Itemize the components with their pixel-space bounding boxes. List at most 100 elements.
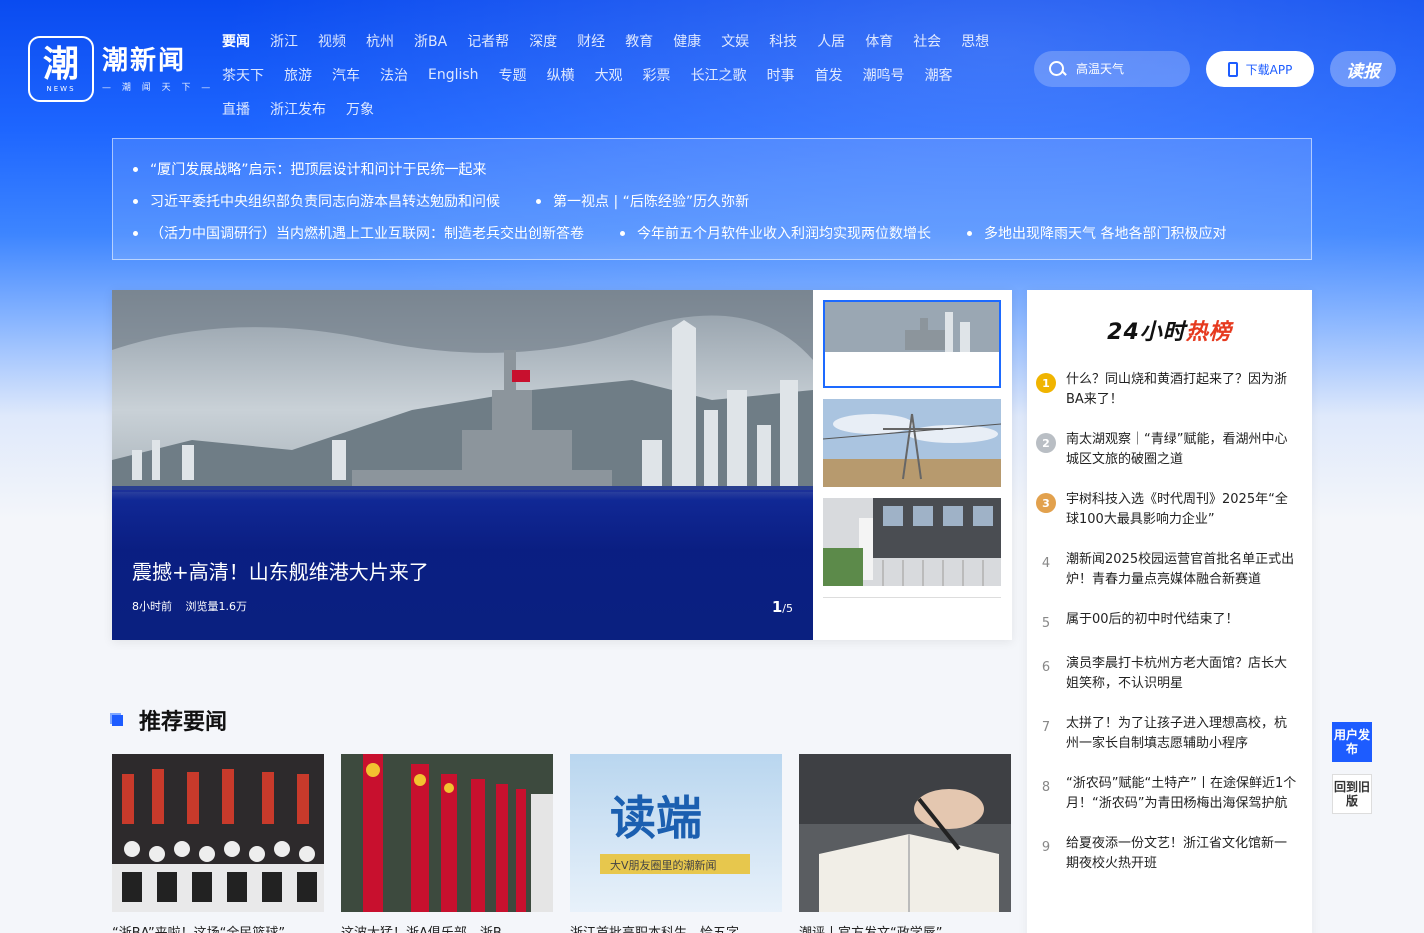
hot-item-title[interactable]: 宇树科技入选《时代周刊》2025年“全球100大最具影响力企业” [1066, 490, 1298, 530]
nav-item[interactable]: 深度 [529, 31, 557, 51]
nav-item[interactable]: 万象 [346, 99, 374, 119]
news-card-title[interactable]: 这波太猛！浙A俱乐部，浙B [341, 922, 553, 933]
user-publish-button[interactable]: 用户发布 [1332, 722, 1372, 762]
featured-image[interactable]: 震撼+高清！山东舰维港大片来了 8小时前 浏览量1.6万 1/5 [112, 290, 813, 640]
nav-row-1: 要闻 浙江 视频 杭州 浙BA 记者帮 深度 财经 教育 健康 文娱 科技 人居 体育 社会 思想 [222, 24, 1012, 58]
news-card-image[interactable] [112, 754, 324, 912]
nav-item[interactable]: English [428, 67, 479, 83]
download-app-button[interactable]: 下载APP [1206, 51, 1314, 87]
hot-item-title[interactable]: 南太湖观察｜“青绿”赋能，看湖州中心城区文旅的破圈之道 [1066, 430, 1298, 470]
hot-list-item[interactable]: 8 “浙农码”赋能“土特产”丨在途保鲜近1个月！“浙农码”为青田杨梅出海保驾护航 [1035, 774, 1305, 814]
section-title: 推荐要闻 [139, 710, 228, 735]
news-card-image[interactable]: 读端 大V朋友圈里的潮新闻 [570, 754, 782, 912]
hot-list-item[interactable]: 5 属于00后的初中时代结束了！ [1035, 610, 1305, 634]
nav-item[interactable]: 体育 [865, 31, 893, 51]
nav-item[interactable]: 首发 [815, 65, 843, 85]
hot-item-title[interactable]: 潮新闻2025校园运营官首批名单正式出炉！青春力量点亮媒体融合新赛道 [1066, 550, 1298, 590]
hot-rank: 1 [1035, 372, 1057, 394]
carousel-thumb-1[interactable] [823, 300, 1001, 388]
hot-rank: 6 [1041, 659, 1051, 675]
nav-item[interactable]: 彩票 [643, 65, 671, 85]
hot-list-item[interactable]: 4 潮新闻2025校园运营官首批名单正式出炉！青春力量点亮媒体融合新赛道 [1035, 550, 1305, 590]
nav-item[interactable]: 汽车 [332, 65, 360, 85]
nav-item[interactable]: 社会 [913, 31, 941, 51]
nav-item[interactable]: 长江之歌 [691, 65, 747, 85]
featured-meta: 8小时前 浏览量1.6万 [132, 598, 257, 614]
hot-list-item[interactable]: 6 演员李晨打卡杭州方老大面馆？店长大姐笑称，不认识明星 [1035, 654, 1305, 694]
nav-item[interactable]: 教育 [625, 31, 653, 51]
site-logo[interactable]: 潮 NEWS 潮新闻 — 潮 闻 天 下 — [28, 36, 214, 102]
nav-item[interactable]: 直播 [222, 99, 250, 119]
nav-item[interactable]: 人居 [817, 31, 845, 51]
read-newspaper-button[interactable]: 读报 [1330, 51, 1396, 87]
headline-link[interactable]: 习近平委托中央组织部负责同志向游本昌转达勉励和问候 [133, 191, 500, 211]
hot-rank: 8 [1041, 779, 1051, 795]
news-card-title[interactable]: 浙江首批高职本科生，恰五字 [570, 922, 782, 933]
headline-link[interactable]: 多地出现降雨天气 各地各部门积极应对 [967, 223, 1226, 243]
news-card[interactable]: “浙BA”来啦！这场“全民篮球” [112, 754, 324, 933]
hot-item-title[interactable]: 什么？同山烧和黄酒打起来了？因为浙BA来了！ [1066, 370, 1298, 410]
nav-item[interactable]: 法治 [380, 65, 408, 85]
hot-list-item[interactable]: 7 太拼了！为了让孩子进入理想高校，杭州一家长自制填志愿辅助小程序 [1035, 714, 1305, 754]
carousel-pager: 1/5 [771, 598, 793, 616]
logo-slogan: — 潮 闻 天 下 — [102, 82, 215, 93]
nav-item[interactable]: 茶天下 [222, 65, 264, 85]
search-icon[interactable] [1048, 60, 1066, 78]
nav-item[interactable]: 潮鸣号 [863, 65, 905, 85]
nav-item[interactable]: 视频 [318, 31, 346, 51]
nav-item[interactable]: 健康 [673, 31, 701, 51]
nav-item[interactable]: 专题 [499, 65, 527, 85]
nav-item[interactable]: 财经 [577, 31, 605, 51]
hot-rank: 5 [1041, 615, 1051, 631]
news-card[interactable]: 读端 大V朋友圈里的潮新闻 浙江首批高职本科生，恰五字 [570, 754, 782, 933]
hot-list-item[interactable]: 1 什么？同山烧和黄酒打起来了？因为浙BA来了！ [1035, 370, 1305, 410]
headline-row: “厦门发展战略”启示：把顶层设计和问计于民统一起来 [133, 153, 1291, 185]
hot-item-title[interactable]: 属于00后的初中时代结束了！ [1066, 610, 1298, 630]
nav-item[interactable]: 浙江 [270, 31, 298, 51]
hot-item-title[interactable]: 演员李晨打卡杭州方老大面馆？店长大姐笑称，不认识明星 [1066, 654, 1298, 694]
news-card-image[interactable] [799, 754, 1011, 912]
hot-item-title[interactable]: 太拼了！为了让孩子进入理想高校，杭州一家长自制填志愿辅助小程序 [1066, 714, 1298, 754]
hot-item-title[interactable]: 给夏夜添一份文艺！浙江省文化馆新一期夜校火热开班 [1066, 834, 1298, 874]
nav-item[interactable]: 浙BA [414, 31, 447, 51]
hot-list-item[interactable]: 9 给夏夜添一份文艺！浙江省文化馆新一期夜校火热开班 [1035, 834, 1305, 874]
nav-item[interactable]: 杭州 [366, 31, 394, 51]
hot-item-title[interactable]: “浙农码”赋能“土特产”丨在途保鲜近1个月！“浙农码”为青田杨梅出海保驾护航 [1066, 774, 1298, 814]
hot-list-item[interactable]: 3 宇树科技入选《时代周刊》2025年“全球100大最具影响力企业” [1035, 490, 1305, 530]
headline-link[interactable]: （活力中国调研行）当内燃机遇上工业互联网：制造老兵交出创新答卷 [133, 223, 584, 243]
headline-link[interactable]: 今年前五个月软件业收入利润均实现两位数增长 [620, 223, 931, 243]
news-card[interactable]: 这波太猛！浙A俱乐部，浙B [341, 754, 553, 933]
headline-link[interactable]: “厦门发展战略”启示：把顶层设计和问计于民统一起来 [133, 159, 487, 179]
recommended-section-header: 推荐要闻 [112, 704, 227, 736]
headline-link[interactable]: 第一视点 | “后陈经验”历久弥新 [536, 191, 749, 211]
back-to-old-version-button[interactable]: 回到旧版 [1332, 774, 1372, 814]
nav-item[interactable]: 要闻 [222, 31, 250, 51]
medal-icon: 3 [1036, 493, 1056, 513]
nav-item[interactable]: 旅游 [284, 65, 312, 85]
nav-item[interactable]: 纵横 [547, 65, 575, 85]
featured-title[interactable]: 震撼+高清！山东舰维港大片来了 [132, 556, 429, 585]
hot-rank: 3 [1035, 492, 1057, 514]
nav-item[interactable]: 记者帮 [467, 31, 509, 51]
nav-item[interactable]: 时事 [767, 65, 795, 85]
hot-rank: 2 [1035, 432, 1057, 454]
featured-time: 8小时前 [132, 600, 172, 613]
nav-item[interactable]: 文娱 [721, 31, 749, 51]
carousel-thumb-2[interactable] [823, 399, 1001, 487]
hot-list-item[interactable]: 2 南太湖观察｜“青绿”赋能，看湖州中心城区文旅的破圈之道 [1035, 430, 1305, 470]
recommended-cards: “浙BA”来啦！这场“全民篮球” 这波太猛！浙A俱乐部，浙B 读端 大V朋友圈里… [112, 754, 1028, 933]
hot-rank: 9 [1041, 839, 1051, 855]
search-box[interactable] [1034, 51, 1190, 87]
nav-item[interactable]: 潮客 [925, 65, 953, 85]
news-card-image[interactable] [341, 754, 553, 912]
news-card-title[interactable]: 潮评丨官方发文“政学唇” [799, 922, 1011, 933]
nav-item[interactable]: 大观 [595, 65, 623, 85]
news-card-title[interactable]: “浙BA”来啦！这场“全民篮球” [112, 922, 324, 933]
news-card[interactable]: 潮评丨官方发文“政学唇” [799, 754, 1011, 933]
nav-item[interactable]: 浙江发布 [270, 99, 326, 119]
nav-item[interactable]: 思想 [961, 31, 989, 51]
carousel-thumb-3[interactable] [823, 498, 1001, 586]
nav-item[interactable]: 科技 [769, 31, 797, 51]
hot-rank: 4 [1041, 555, 1051, 571]
search-input[interactable] [1076, 62, 1176, 76]
